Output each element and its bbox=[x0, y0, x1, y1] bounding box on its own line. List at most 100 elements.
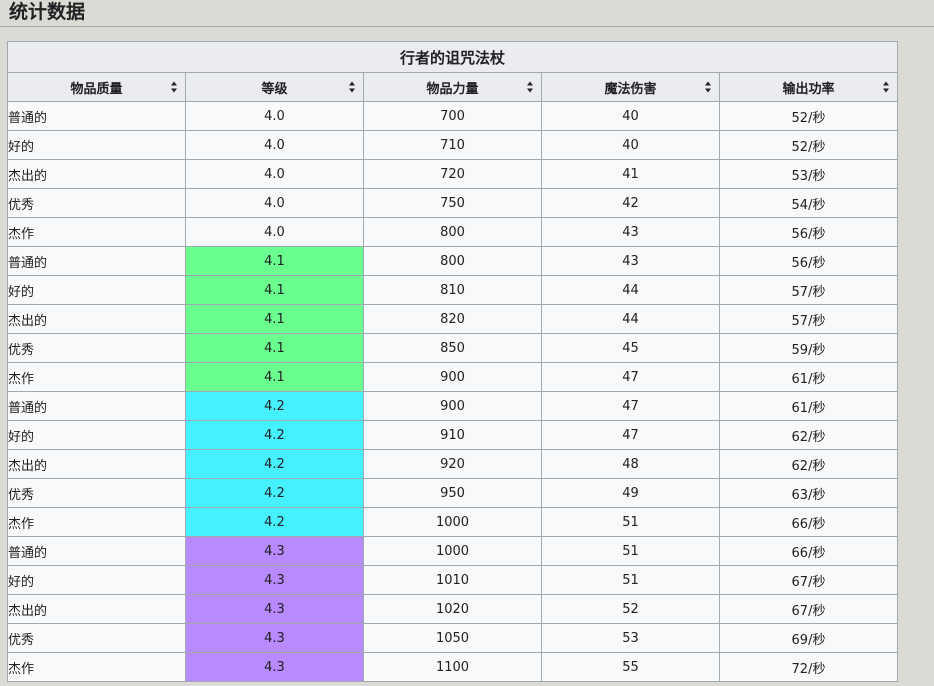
column-header-label: 输出功率 bbox=[782, 81, 835, 97]
cell-level: 4.0 bbox=[185, 130, 364, 160]
cell-item-power: 1010 bbox=[363, 565, 542, 595]
table-row: 好的 4.1 810 44 57/秒 bbox=[7, 275, 898, 305]
cell-output-power: 57/秒 bbox=[719, 304, 898, 334]
cell-output-power: 62/秒 bbox=[719, 449, 898, 479]
table-row: 好的 4.0 710 40 52/秒 bbox=[7, 130, 898, 160]
table-row: 杰出的 4.1 820 44 57/秒 bbox=[7, 304, 898, 334]
cell-level: 4.1 bbox=[185, 362, 364, 392]
table-row: 杰出的 4.3 1020 52 67/秒 bbox=[7, 594, 898, 624]
cell-quality: 杰出的 bbox=[7, 159, 186, 189]
cell-quality: 普通的 bbox=[7, 391, 186, 421]
column-header-label: 物品质量 bbox=[70, 81, 123, 97]
cell-item-power: 1020 bbox=[363, 594, 542, 624]
table-caption: 行者的诅咒法杖 bbox=[7, 41, 898, 73]
cell-level: 4.3 bbox=[185, 536, 364, 566]
cell-quality: 杰作 bbox=[7, 217, 186, 247]
cell-level: 4.1 bbox=[185, 275, 364, 305]
cell-quality: 好的 bbox=[7, 275, 186, 305]
cell-output-power: 67/秒 bbox=[719, 594, 898, 624]
cell-quality: 杰出的 bbox=[7, 304, 186, 334]
sort-icon[interactable] bbox=[883, 81, 890, 93]
cell-quality: 杰作 bbox=[7, 652, 186, 682]
table-row: 杰作 4.1 900 47 61/秒 bbox=[7, 362, 898, 392]
cell-magic-damage: 43 bbox=[541, 217, 720, 247]
cell-quality: 好的 bbox=[7, 565, 186, 595]
cell-level: 4.3 bbox=[185, 623, 364, 653]
cell-magic-damage: 42 bbox=[541, 188, 720, 218]
cell-magic-damage: 43 bbox=[541, 246, 720, 276]
cell-magic-damage: 41 bbox=[541, 159, 720, 189]
sort-icon[interactable] bbox=[171, 81, 178, 93]
column-header-level[interactable]: 等级 bbox=[185, 72, 364, 102]
cell-item-power: 850 bbox=[363, 333, 542, 363]
cell-level: 4.3 bbox=[185, 594, 364, 624]
column-header-quality[interactable]: 物品质量 bbox=[7, 72, 186, 102]
column-header-item-power[interactable]: 物品力量 bbox=[363, 72, 542, 102]
cell-level: 4.0 bbox=[185, 217, 364, 247]
cell-quality: 杰出的 bbox=[7, 449, 186, 479]
cell-quality: 杰作 bbox=[7, 507, 186, 537]
cell-item-power: 700 bbox=[363, 101, 542, 131]
column-header-output-power[interactable]: 输出功率 bbox=[719, 72, 898, 102]
cell-magic-damage: 55 bbox=[541, 652, 720, 682]
cell-magic-damage: 40 bbox=[541, 101, 720, 131]
cell-item-power: 750 bbox=[363, 188, 542, 218]
cell-output-power: 63/秒 bbox=[719, 478, 898, 508]
cell-output-power: 56/秒 bbox=[719, 217, 898, 247]
cell-quality: 普通的 bbox=[7, 101, 186, 131]
cell-level: 4.0 bbox=[185, 101, 364, 131]
cell-quality: 好的 bbox=[7, 130, 186, 160]
column-header-label: 物品力量 bbox=[426, 81, 479, 97]
column-header-magic-damage[interactable]: 魔法伤害 bbox=[541, 72, 720, 102]
cell-output-power: 59/秒 bbox=[719, 333, 898, 363]
cell-item-power: 920 bbox=[363, 449, 542, 479]
cell-magic-damage: 47 bbox=[541, 420, 720, 450]
cell-magic-damage: 49 bbox=[541, 478, 720, 508]
sort-icon[interactable] bbox=[705, 81, 712, 93]
cell-quality: 普通的 bbox=[7, 246, 186, 276]
sort-icon[interactable] bbox=[349, 81, 356, 93]
cell-output-power: 61/秒 bbox=[719, 391, 898, 421]
cell-quality: 杰出的 bbox=[7, 594, 186, 624]
cell-quality: 好的 bbox=[7, 420, 186, 450]
table-row: 好的 4.3 1010 51 67/秒 bbox=[7, 565, 898, 595]
cell-level: 4.2 bbox=[185, 449, 364, 479]
table-row: 普通的 4.2 900 47 61/秒 bbox=[7, 391, 898, 421]
cell-quality: 普通的 bbox=[7, 536, 186, 566]
cell-output-power: 54/秒 bbox=[719, 188, 898, 218]
cell-magic-damage: 47 bbox=[541, 391, 720, 421]
cell-level: 4.2 bbox=[185, 507, 364, 537]
section-title: 统计数据 bbox=[9, 1, 86, 23]
stats-table: 行者的诅咒法杖 物品质量 等级 物品力量 魔法伤害 输出功率 普通的 4.0 7… bbox=[7, 41, 898, 682]
cell-level: 4.3 bbox=[185, 652, 364, 682]
table-row: 优秀 4.0 750 42 54/秒 bbox=[7, 188, 898, 218]
cell-level: 4.1 bbox=[185, 304, 364, 334]
cell-magic-damage: 47 bbox=[541, 362, 720, 392]
cell-item-power: 910 bbox=[363, 420, 542, 450]
sort-icon[interactable] bbox=[527, 81, 534, 93]
table-row: 优秀 4.2 950 49 63/秒 bbox=[7, 478, 898, 508]
cell-item-power: 720 bbox=[363, 159, 542, 189]
cell-item-power: 900 bbox=[363, 391, 542, 421]
table-row: 杰作 4.3 1100 55 72/秒 bbox=[7, 652, 898, 682]
cell-magic-damage: 40 bbox=[541, 130, 720, 160]
cell-output-power: 61/秒 bbox=[719, 362, 898, 392]
cell-item-power: 950 bbox=[363, 478, 542, 508]
cell-magic-damage: 51 bbox=[541, 536, 720, 566]
cell-magic-damage: 51 bbox=[541, 507, 720, 537]
cell-magic-damage: 53 bbox=[541, 623, 720, 653]
cell-quality: 优秀 bbox=[7, 478, 186, 508]
table-row: 普通的 4.0 700 40 52/秒 bbox=[7, 101, 898, 131]
cell-item-power: 810 bbox=[363, 275, 542, 305]
cell-output-power: 69/秒 bbox=[719, 623, 898, 653]
cell-level: 4.1 bbox=[185, 246, 364, 276]
cell-quality: 优秀 bbox=[7, 623, 186, 653]
cell-output-power: 52/秒 bbox=[719, 101, 898, 131]
cell-item-power: 800 bbox=[363, 246, 542, 276]
cell-output-power: 66/秒 bbox=[719, 536, 898, 566]
cell-output-power: 53/秒 bbox=[719, 159, 898, 189]
table-row: 杰出的 4.0 720 41 53/秒 bbox=[7, 159, 898, 189]
cell-item-power: 1000 bbox=[363, 536, 542, 566]
column-header-label: 魔法伤害 bbox=[604, 81, 657, 97]
cell-output-power: 62/秒 bbox=[719, 420, 898, 450]
